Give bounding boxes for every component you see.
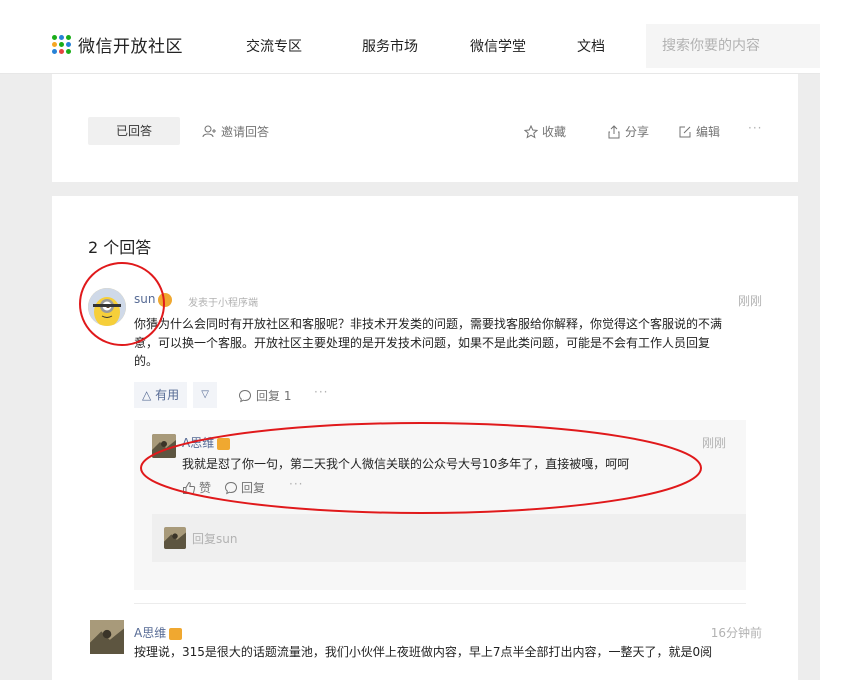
answer-author-name: A思维 [134, 626, 167, 640]
edit-button[interactable]: 编辑 [678, 123, 720, 140]
star-icon [524, 124, 538, 139]
answer-content: 按理说，315是很大的话题流量池，我们小伙伴上夜班做内容，早上7点半全部打出内容… [134, 645, 713, 659]
answer-more-button[interactable]: ··· [314, 385, 328, 399]
invite-answer-label: 邀请回答 [221, 125, 270, 139]
not-useful-button[interactable]: ▽ [193, 382, 218, 408]
share-icon [608, 124, 620, 138]
annotation-ellipse-comment [140, 422, 702, 514]
question-action-card: 已回答 邀请回答 收藏 分享 编辑 ··· [52, 74, 798, 182]
share-button[interactable]: 分享 [607, 123, 649, 140]
answer-time: 16分钟前 [710, 626, 762, 640]
share-label: 分享 [625, 125, 650, 139]
vote-group: △ 有用 ▽ [134, 382, 218, 408]
reply-label: 回复 1 [256, 389, 292, 403]
answer-author[interactable]: A思维 [134, 624, 183, 641]
answer-time: 刚刚 [737, 294, 762, 308]
comment-icon [238, 389, 252, 402]
logo-text: 微信开放社区 [78, 37, 183, 57]
right-margin [820, 0, 850, 680]
answer-source: 发表于小程序端 [188, 298, 258, 309]
invite-answer-button[interactable]: 邀请回答 [202, 123, 269, 140]
reply-input[interactable]: 回复sun [152, 514, 746, 562]
edit-label: 编辑 [696, 125, 721, 139]
answer-count: 2 个回答 [88, 238, 152, 257]
nav-wechat-academy[interactable]: 微信学堂 [470, 36, 526, 56]
useful-button[interactable]: △ 有用 [134, 382, 188, 408]
answer-divider [134, 603, 746, 604]
answer-line: 的。 [134, 354, 159, 368]
reply-button[interactable]: 回复 1 [238, 387, 291, 404]
level-badge-icon [169, 627, 183, 640]
answer-line: 意，可以换一个客服。开放社区主要处理的是开发技术问题，如果不是此类问题，可能是不… [134, 335, 711, 350]
logo-dots-icon [52, 34, 72, 55]
favorite-label: 收藏 [542, 125, 567, 139]
site-logo[interactable]: 微信开放社区 [52, 32, 183, 57]
answered-button[interactable]: 已回答 [88, 117, 180, 145]
avatar[interactable] [88, 620, 126, 654]
top-nav: 微信开放社区 交流专区 服务市场 微信学堂 文档 搜索你要的内容 [0, 12, 820, 74]
reply-input-placeholder: 回复sun [192, 532, 238, 546]
invite-user-icon [202, 125, 216, 138]
landscape-avatar-icon [164, 527, 186, 549]
answer-content: 你猜为什么会同时有开放社区和客服呢？非技术开发类的问题，需要找客服给你解释，你觉… [134, 315, 764, 371]
more-options-button[interactable]: ··· [748, 121, 762, 135]
top-strip [0, 0, 850, 680]
triangle-up-icon: △ [142, 388, 152, 402]
nav-exchange[interactable]: 交流专区 [246, 36, 302, 56]
landscape-avatar-icon [90, 620, 124, 654]
avatar [164, 527, 186, 549]
useful-label: 有用 [155, 388, 180, 402]
edit-icon [679, 126, 691, 137]
answer-line: 你猜为什么会同时有开放社区和客服呢？非技术开发类的问题，需要找客服给你解释，你觉… [134, 317, 723, 331]
nav-docs[interactable]: 文档 [577, 36, 605, 56]
search-input[interactable]: 搜索你要的内容 [646, 24, 820, 68]
page: 微信开放社区 交流专区 服务市场 微信学堂 文档 搜索你要的内容 已回答 邀请回… [0, 0, 850, 680]
nav-service-market[interactable]: 服务市场 [362, 36, 418, 56]
favorite-button[interactable]: 收藏 [524, 123, 566, 140]
annotation-ellipse-avatar [79, 262, 165, 346]
